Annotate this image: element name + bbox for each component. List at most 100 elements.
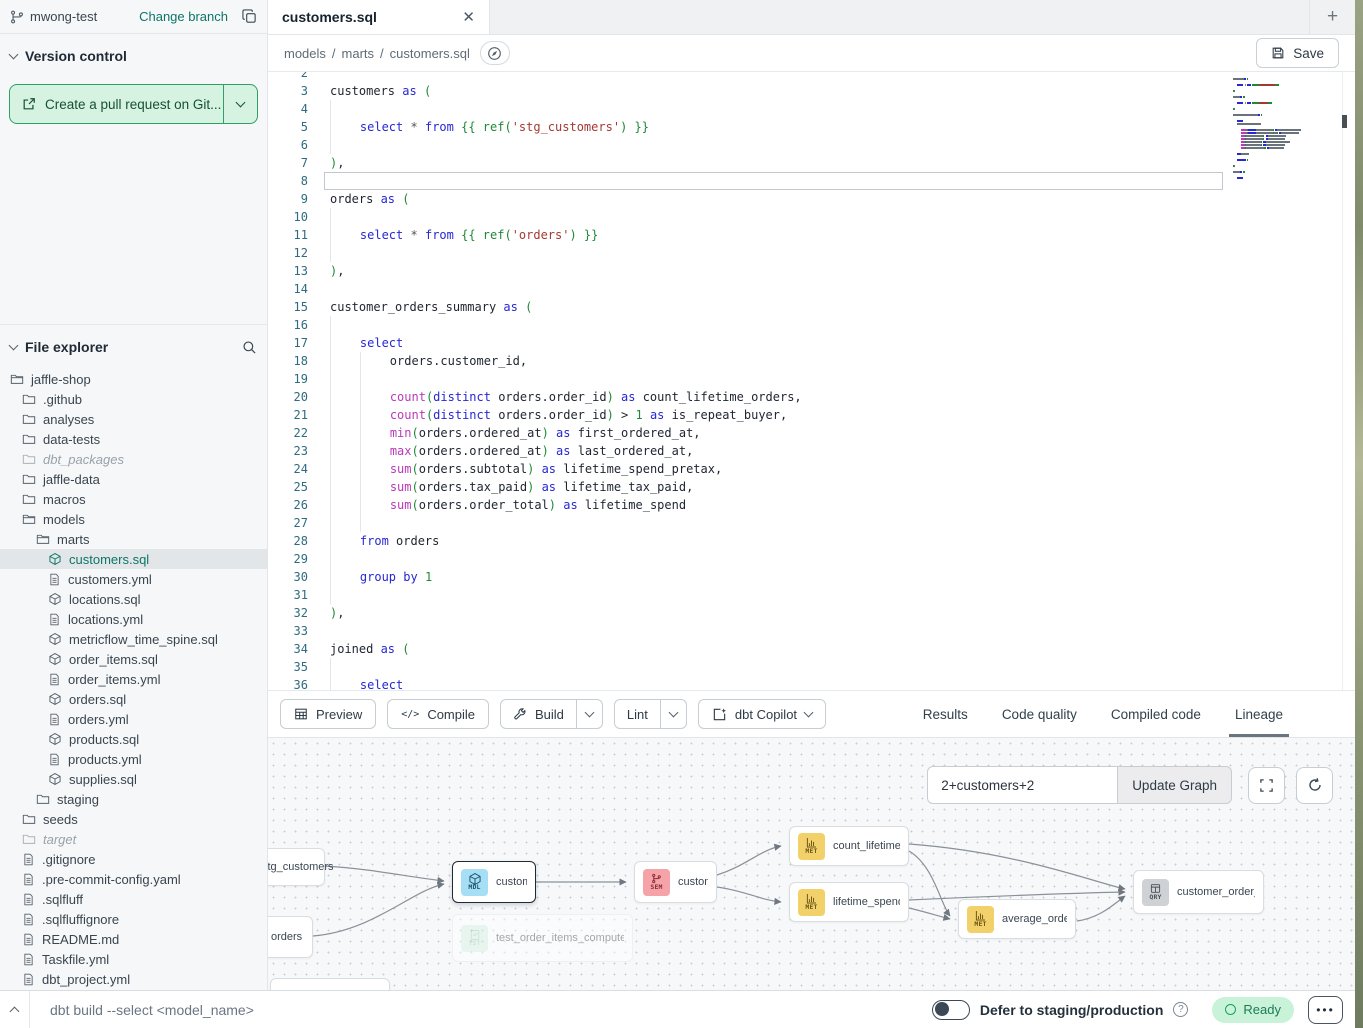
more-options-button[interactable]: •••	[1308, 996, 1343, 1024]
update-graph-button[interactable]: Update Graph	[1117, 766, 1232, 804]
code-line-15[interactable]: 15customer_orders_summary as (	[268, 298, 1355, 316]
lineage-node-customer_order_metrics[interactable]: QRYcustomer_order_metrics	[1133, 870, 1264, 914]
tab-results[interactable]: Results	[923, 691, 968, 737]
code-line-2[interactable]: 2	[268, 72, 1355, 82]
lineage-compass-button[interactable]	[480, 41, 510, 65]
folder-item-jaffle-shop[interactable]: jaffle-shop	[0, 369, 267, 389]
defer-toggle[interactable]	[932, 1000, 970, 1020]
code-line-36[interactable]: 36 select	[268, 676, 1355, 690]
code-line-33[interactable]: 33	[268, 622, 1355, 640]
code-line-28[interactable]: 28 from orders	[268, 532, 1355, 550]
code-line-35[interactable]: 35	[268, 658, 1355, 676]
expand-command-bar-button[interactable]	[0, 991, 30, 1028]
compile-button[interactable]: </> Compile	[387, 699, 489, 729]
folder-item-target[interactable]: target	[0, 829, 267, 849]
lint-button[interactable]: Lint	[615, 700, 660, 728]
file-item-locations.sql[interactable]: locations.sql	[0, 589, 267, 609]
code-line-23[interactable]: 23 max(orders.ordered_at) as last_ordere…	[268, 442, 1355, 460]
folder-item-data-tests[interactable]: data-tests	[0, 429, 267, 449]
code-line-21[interactable]: 21 count(distinct orders.order_id) > 1 a…	[268, 406, 1355, 424]
code-line-32[interactable]: 32),	[268, 604, 1355, 622]
code-line-27[interactable]: 27	[268, 514, 1355, 532]
file-item-order_items.sql[interactable]: order_items.sql	[0, 649, 267, 669]
file-item-orders.sql[interactable]: orders.sql	[0, 689, 267, 709]
lineage-node-partial[interactable]	[270, 978, 390, 990]
code-line-22[interactable]: 22 min(orders.ordered_at) as first_order…	[268, 424, 1355, 442]
file-item-customers.yml[interactable]: customers.yml	[0, 569, 267, 589]
lineage-node-customers[interactable]: MDLcustomers	[452, 861, 536, 903]
help-icon[interactable]: ?	[1173, 1002, 1188, 1017]
scrollbar-thumb[interactable]	[1342, 115, 1347, 128]
code-line-4[interactable]: 4	[268, 100, 1355, 118]
code-line-17[interactable]: 17 select	[268, 334, 1355, 352]
folder-item-marts[interactable]: marts	[0, 529, 267, 549]
file-item-locations.yml[interactable]: locations.yml	[0, 609, 267, 629]
code-line-30[interactable]: 30 group by 1	[268, 568, 1355, 586]
folder-item-analyses[interactable]: analyses	[0, 409, 267, 429]
lineage-node-test_order_items_compute_to_bools[interactable]: TSTtest_order_items_compute_to_bools...	[452, 914, 633, 962]
folder-item-jaffle-data[interactable]: jaffle-data	[0, 469, 267, 489]
folder-item-seeds[interactable]: seeds	[0, 809, 267, 829]
lineage-node-count_lifetime_orders[interactable]: METcount_lifetime_orders	[789, 826, 909, 866]
save-button[interactable]: Save	[1256, 38, 1339, 68]
tab-customers-sql[interactable]: customers.sql ✕	[268, 0, 490, 34]
file-item-README.md[interactable]: README.md	[0, 929, 267, 949]
lineage-node-stg_customers[interactable]: stg_customers	[268, 848, 325, 886]
file-item-products.yml[interactable]: products.yml	[0, 749, 267, 769]
lineage-node-customers[interactable]: SEMcustomers	[634, 861, 717, 903]
preview-button[interactable]: Preview	[280, 699, 376, 729]
code-line-12[interactable]: 12	[268, 244, 1355, 262]
lineage-node-lifetime_spend_pretax[interactable]: METlifetime_spend_pretax	[789, 882, 909, 922]
dbt-copilot-button[interactable]: dbt Copilot	[698, 699, 826, 729]
tab-code-quality[interactable]: Code quality	[1002, 691, 1077, 737]
model-selector-input[interactable]	[927, 766, 1117, 804]
file-item-.sqlfluff[interactable]: .sqlfluff	[0, 889, 267, 909]
code-line-6[interactable]: 6	[268, 136, 1355, 154]
editor-minimap[interactable]	[1233, 75, 1313, 180]
code-line-8[interactable]: 8	[268, 172, 1355, 190]
search-icon[interactable]	[242, 340, 257, 355]
folder-item-models[interactable]: models	[0, 509, 267, 529]
code-line-14[interactable]: 14	[268, 280, 1355, 298]
file-item-.sqlfluffignore[interactable]: .sqlfluffignore	[0, 909, 267, 929]
file-item-dbt_project.yml[interactable]: dbt_project.yml	[0, 969, 267, 989]
file-item-products.sql[interactable]: products.sql	[0, 729, 267, 749]
code-line-3[interactable]: 3customers as (	[268, 82, 1355, 100]
fullscreen-button[interactable]	[1248, 767, 1285, 804]
code-line-29[interactable]: 29	[268, 550, 1355, 568]
change-branch-link[interactable]: Change branch	[139, 9, 228, 24]
file-item-order_items.yml[interactable]: order_items.yml	[0, 669, 267, 689]
lineage-node-average_order_value[interactable]: METaverage_order_value	[958, 899, 1076, 939]
code-line-31[interactable]: 31	[268, 586, 1355, 604]
code-line-16[interactable]: 16	[268, 316, 1355, 334]
folder-item-staging[interactable]: staging	[0, 789, 267, 809]
file-item-metricflow_time_spine.sql[interactable]: metricflow_time_spine.sql	[0, 629, 267, 649]
refresh-button[interactable]	[1296, 767, 1333, 804]
file-item-customers.sql[interactable]: customers.sql	[0, 549, 267, 569]
new-tab-button[interactable]: +	[1309, 0, 1355, 34]
folder-item-macros[interactable]: macros	[0, 489, 267, 509]
copy-icon[interactable]	[242, 9, 257, 24]
create-pr-button[interactable]: Create a pull request on Git...	[10, 85, 223, 123]
lint-caret-button[interactable]	[660, 700, 686, 728]
create-pr-caret-button[interactable]	[223, 85, 257, 123]
code-line-26[interactable]: 26 sum(orders.order_total) as lifetime_s…	[268, 496, 1355, 514]
code-line-20[interactable]: 20 count(distinct orders.order_id) as co…	[268, 388, 1355, 406]
file-item-.pre-commit-config.yaml[interactable]: .pre-commit-config.yaml	[0, 869, 267, 889]
tab-compiled-code[interactable]: Compiled code	[1111, 691, 1201, 737]
editor-scrollbar[interactable]	[1342, 72, 1347, 690]
code-line-5[interactable]: 5 select * from {{ ref('stg_customers') …	[268, 118, 1355, 136]
tab-lineage[interactable]: Lineage	[1235, 691, 1283, 737]
lineage-node-orders[interactable]: orders	[268, 916, 313, 958]
code-line-18[interactable]: 18 orders.customer_id,	[268, 352, 1355, 370]
version-control-header[interactable]: Version control	[0, 34, 267, 72]
file-item-Taskfile.yml[interactable]: Taskfile.yml	[0, 949, 267, 969]
file-item-supplies.sql[interactable]: supplies.sql	[0, 769, 267, 789]
code-line-10[interactable]: 10	[268, 208, 1355, 226]
code-line-9[interactable]: 9orders as (	[268, 190, 1355, 208]
file-explorer-header[interactable]: File explorer	[0, 325, 267, 363]
code-line-19[interactable]: 19	[268, 370, 1355, 388]
file-item-.gitignore[interactable]: .gitignore	[0, 849, 267, 869]
build-button[interactable]: Build	[501, 700, 576, 728]
code-line-13[interactable]: 13),	[268, 262, 1355, 280]
